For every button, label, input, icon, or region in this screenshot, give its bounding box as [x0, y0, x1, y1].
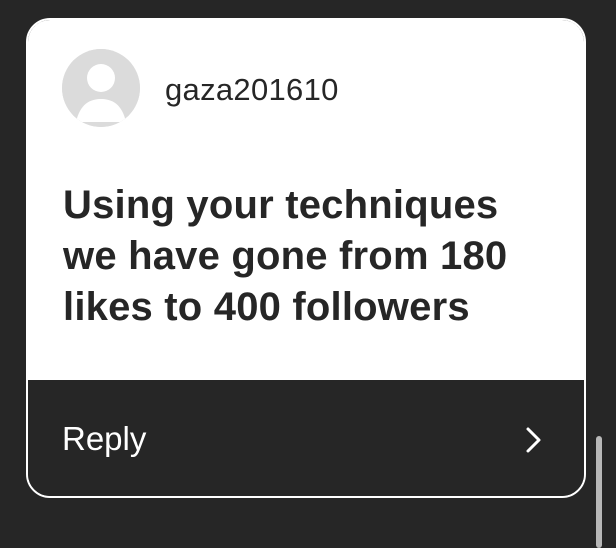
- username: gaza201610: [165, 72, 339, 107]
- comment-content: gaza201610 Using your techniques we have…: [28, 20, 584, 380]
- comment-text: Using your techniques we have gone from …: [63, 183, 508, 329]
- avatar: [62, 49, 140, 127]
- comment-card: gaza201610 Using your techniques we have…: [26, 18, 586, 498]
- reply-button[interactable]: Reply: [28, 380, 584, 496]
- chevron-right-icon: [526, 427, 541, 453]
- scrollbar[interactable]: [596, 436, 602, 548]
- reply-label: Reply: [62, 420, 147, 457]
- default-profile-avatar-icon: [62, 49, 140, 127]
